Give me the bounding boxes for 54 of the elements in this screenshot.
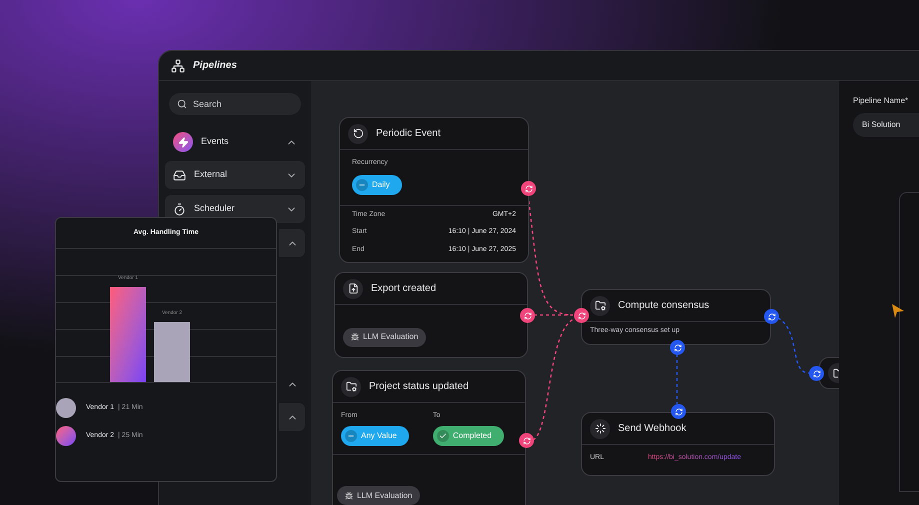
connector-line [676, 354, 678, 404]
node-title: Send Webhook [618, 422, 686, 436]
lightning-icon [173, 132, 193, 152]
node-icon [341, 376, 361, 396]
bug-icon [351, 333, 359, 341]
connection-port[interactable] [764, 309, 779, 324]
expand-toggle[interactable] [279, 403, 305, 431]
connection-port[interactable] [519, 433, 534, 448]
chart-bar [154, 322, 190, 382]
refresh-icon [812, 370, 820, 378]
sidebar-item[interactable]: External [165, 161, 305, 189]
search-icon [177, 99, 187, 109]
node-title: Export created [371, 282, 436, 296]
sidebar-label: Events [201, 135, 229, 148]
legend-swatch [56, 398, 76, 418]
refresh-icon [578, 312, 586, 320]
workflow-node[interactable]: Export created LLM Evaluation [334, 272, 528, 358]
refresh-icon [524, 312, 532, 320]
pipeline-name-field[interactable]: Bi Solution [853, 113, 919, 137]
search-field[interactable]: Search [169, 93, 301, 115]
legend-swatch [56, 426, 76, 446]
connection-port[interactable] [521, 181, 536, 196]
node-icon [343, 278, 363, 298]
cursor-icon [892, 304, 904, 318]
connection-port[interactable] [809, 366, 824, 381]
node-icon [348, 124, 368, 144]
refresh-icon [524, 184, 532, 192]
connection-port[interactable] [671, 404, 686, 419]
minus-icon [356, 178, 368, 190]
pipelines-icon [171, 58, 185, 72]
tray-icon [173, 168, 186, 182]
refresh-icon [674, 408, 682, 416]
minus-icon [345, 430, 357, 442]
stopwatch-icon [173, 202, 186, 216]
refresh-icon [768, 312, 776, 320]
connection-port[interactable] [574, 308, 589, 323]
connector-line [778, 317, 810, 374]
node-title: Periodic Event [376, 127, 440, 141]
window-title: Pipelines [193, 59, 237, 73]
sidebar-label: Scheduler [194, 202, 235, 216]
connection-port[interactable] [520, 308, 535, 323]
node-icon [590, 418, 610, 438]
expand-toggle[interactable] [279, 229, 305, 257]
node-icon [590, 296, 610, 316]
field-label: Pipeline Name* [853, 95, 910, 107]
refresh-icon [674, 344, 682, 352]
sidebar-label: External [194, 168, 228, 182]
bug-icon [345, 492, 353, 500]
node-title: Project status updated [369, 380, 469, 394]
connection-port[interactable] [670, 340, 685, 355]
refresh-icon [522, 436, 530, 444]
node-title: Compute consensus [618, 299, 710, 313]
sidebar-section[interactable]: Events [165, 129, 305, 155]
check-icon [436, 430, 449, 442]
